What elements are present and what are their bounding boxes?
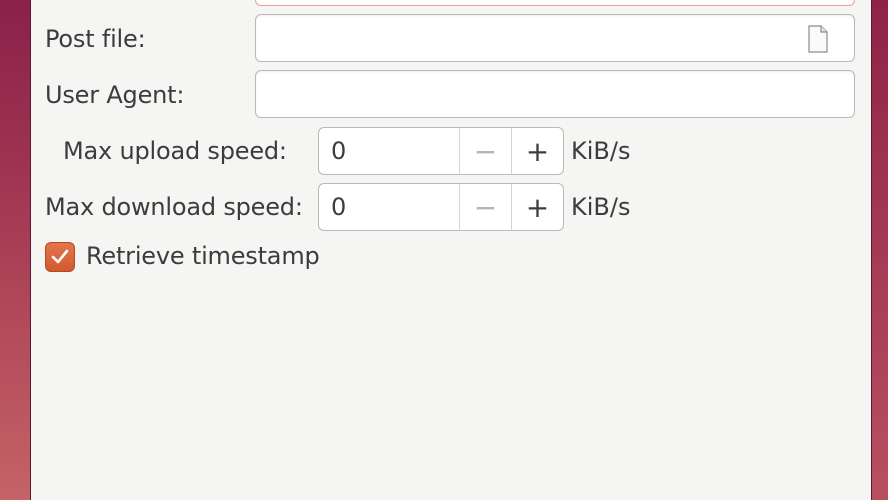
- max-upload-speed-value[interactable]: 0: [319, 128, 459, 174]
- file-icon[interactable]: [806, 25, 830, 53]
- post-file-chooser[interactable]: [255, 14, 855, 62]
- minus-icon: −: [473, 190, 498, 224]
- desktop-background: [872, 0, 888, 500]
- max-upload-speed-spinbox[interactable]: 0 − +: [318, 127, 564, 175]
- retrieve-timestamp-label[interactable]: Retrieve timestamp: [86, 241, 320, 271]
- plus-icon: +: [525, 134, 550, 168]
- focused-input-field[interactable]: [255, 0, 855, 6]
- upload-decrement-button[interactable]: −: [459, 128, 511, 174]
- max-upload-speed-unit: KiB/s: [571, 137, 631, 165]
- plus-icon: +: [525, 190, 550, 224]
- max-download-speed-label: Max download speed:: [45, 193, 303, 221]
- max-download-speed-unit: KiB/s: [571, 193, 631, 221]
- user-agent-input[interactable]: [255, 70, 855, 118]
- download-decrement-button[interactable]: −: [459, 184, 511, 230]
- download-increment-button[interactable]: +: [511, 184, 563, 230]
- minus-icon: −: [473, 134, 498, 168]
- post-file-label: Post file:: [45, 25, 146, 53]
- max-download-speed-spinbox[interactable]: 0 − +: [318, 183, 564, 231]
- checkmark-icon: [51, 249, 69, 264]
- retrieve-timestamp-checkbox[interactable]: [45, 242, 75, 272]
- max-upload-speed-label: Max upload speed:: [63, 137, 287, 165]
- upload-increment-button[interactable]: +: [511, 128, 563, 174]
- max-download-speed-value[interactable]: 0: [319, 184, 459, 230]
- user-agent-label: User Agent:: [45, 81, 185, 109]
